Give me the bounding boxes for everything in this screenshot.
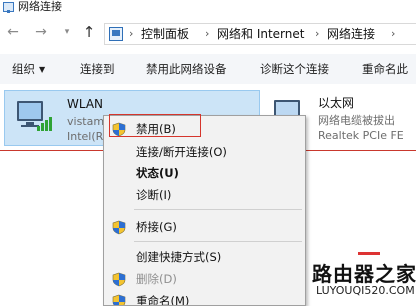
control-panel-icon xyxy=(109,27,123,41)
title-bar: 网络连接 xyxy=(0,0,416,18)
breadcrumb-separator[interactable]: › xyxy=(129,26,133,42)
signal-strength-icon xyxy=(37,115,55,131)
recent-locations-chevron-icon[interactable]: ▾ xyxy=(58,23,76,41)
diagnose-button[interactable]: 诊断这个连接 xyxy=(260,54,329,84)
menu-item-diagnose[interactable]: 诊断(I) xyxy=(104,185,305,205)
forward-arrow-icon[interactable]: → xyxy=(32,23,50,41)
connection-device: Realtek PCIe FE xyxy=(318,129,404,142)
disable-device-button[interactable]: 禁用此网络设备 xyxy=(146,54,227,84)
network-folder-icon xyxy=(3,2,14,13)
menu-item-rename[interactable]: 重命名(M) xyxy=(104,291,305,306)
menu-item-label: 创建快捷方式(S) xyxy=(136,250,222,264)
breadcrumb-control-panel[interactable]: 控制面板 xyxy=(141,26,189,42)
breadcrumb-separator[interactable]: › xyxy=(205,26,209,42)
annotation-highlight-box xyxy=(109,114,201,137)
connection-network: vistam xyxy=(67,115,105,128)
breadcrumb-separator[interactable]: › xyxy=(391,26,395,42)
site-watermark: 路由器之家 LUYOUQI520.COM xyxy=(312,252,416,306)
network-connections-window: 网络连接 ← → ▾ ↑ › 控制面板 › 网络和 Internet › 网络连… xyxy=(0,0,416,306)
connection-name: WLAN xyxy=(67,97,104,111)
navigation-bar: ← → ▾ ↑ › 控制面板 › 网络和 Internet › 网络连接 › xyxy=(0,19,416,47)
menu-item-label: 桥接(G) xyxy=(136,220,177,234)
menu-item-connect-disconnect[interactable]: 连接/断开连接(O) xyxy=(104,142,305,162)
context-menu: 禁用(B) 连接/断开连接(O) 状态(U) 诊断(I) 桥接(G) 创建快捷方… xyxy=(103,115,306,306)
menu-item-label: 连接/断开连接(O) xyxy=(136,145,227,159)
up-arrow-icon[interactable]: ↑ xyxy=(80,23,98,41)
breadcrumb-separator[interactable]: › xyxy=(315,26,319,42)
command-bar: 组织 ▼ 连接到 禁用此网络设备 诊断这个连接 重命名此 xyxy=(0,54,416,84)
address-bar[interactable]: › 控制面板 › 网络和 Internet › 网络连接 › xyxy=(104,23,416,45)
chevron-down-icon: ▼ xyxy=(39,64,46,74)
annotation-line xyxy=(0,150,106,151)
watermark-title: 路由器之家 xyxy=(312,262,416,286)
menu-separator xyxy=(134,209,302,210)
menu-item-label: 重命名(M) xyxy=(136,294,190,306)
menu-item-label: 状态(U) xyxy=(136,166,179,180)
breadcrumb-network-connections[interactable]: 网络连接 xyxy=(327,26,375,42)
shield-icon xyxy=(112,294,126,305)
menu-item-label: 诊断(I) xyxy=(136,188,172,202)
breadcrumb-network-internet[interactable]: 网络和 Internet xyxy=(217,26,304,42)
annotation-line xyxy=(306,150,416,151)
watermark-url: LUYOUQI520.COM xyxy=(316,284,415,297)
menu-item-label: 删除(D) xyxy=(136,272,177,286)
shield-icon xyxy=(112,220,126,235)
connection-device: Intel(R xyxy=(67,130,104,143)
menu-item-bridge[interactable]: 桥接(G) xyxy=(104,217,305,237)
connection-status: 网络电缆被拔出 xyxy=(318,114,395,127)
rename-button[interactable]: 重命名此 xyxy=(362,54,408,84)
menu-item-create-shortcut[interactable]: 创建快捷方式(S) xyxy=(104,247,305,267)
menu-item-delete[interactable]: 删除(D) xyxy=(104,269,305,289)
shield-icon xyxy=(112,272,126,287)
menu-item-status[interactable]: 状态(U) xyxy=(104,163,305,183)
organize-label: 组织 xyxy=(12,62,35,76)
organize-button[interactable]: 组织 ▼ xyxy=(12,54,45,84)
window-title: 网络连接 xyxy=(18,0,62,13)
back-arrow-icon[interactable]: ← xyxy=(4,23,22,41)
wireless-adapter-icon xyxy=(9,97,52,137)
connection-name: 以太网 xyxy=(318,96,355,110)
connect-to-button[interactable]: 连接到 xyxy=(80,54,115,84)
menu-separator xyxy=(134,241,302,242)
